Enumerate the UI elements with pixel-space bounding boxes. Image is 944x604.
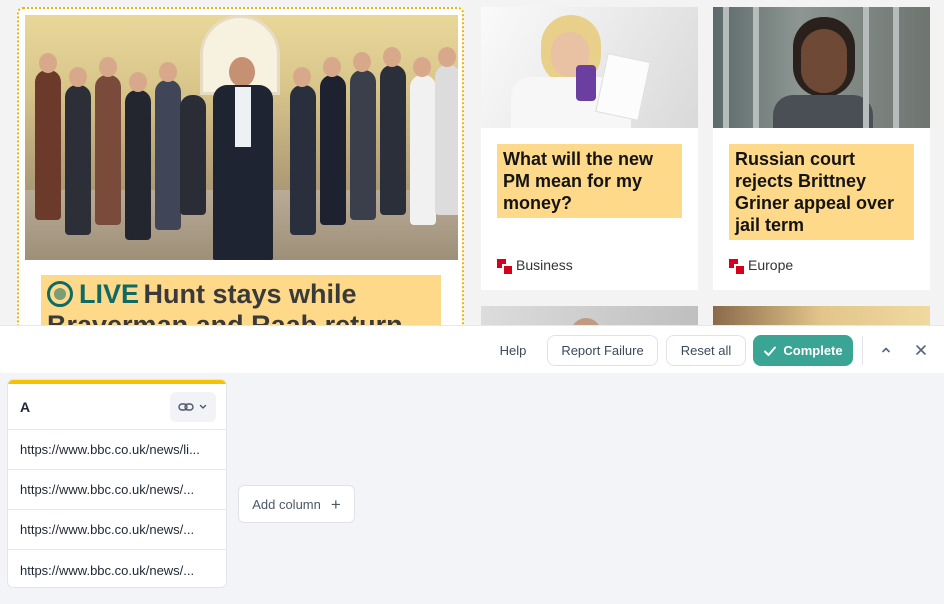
help-button[interactable]: Help [493, 335, 533, 366]
lead-story-image [25, 15, 458, 260]
lead-story-card[interactable]: LIVE Hunt stays while Braverman and Raab… [17, 7, 464, 325]
checkmark-icon [764, 346, 777, 356]
bbc-section-icon [497, 258, 514, 276]
story-tag-label: Europe [748, 257, 794, 273]
story-image-business [481, 7, 698, 128]
column-link-menu[interactable] [170, 391, 216, 422]
bbc-news-page: LIVE Hunt stays while Braverman and Raab… [0, 0, 944, 325]
story-tag-business[interactable]: Business [497, 257, 573, 276]
toolbar-divider [862, 336, 863, 365]
column-name: A [20, 398, 31, 415]
column-cell[interactable]: https://www.bbc.co.uk/news/... [8, 510, 226, 550]
task-toolbar: Help Report Failure Reset all Complete [0, 325, 944, 373]
story-headline-business[interactable]: What will the new PM mean for my money? [497, 144, 682, 218]
story-headline-europe[interactable]: Russian court rejects Brittney Griner ap… [729, 144, 914, 240]
bbc-section-icon [729, 258, 746, 276]
spreadsheet-workspace: A https://www.bbc.co.uk/news/li... https… [0, 373, 944, 604]
live-indicator-icon [47, 281, 73, 307]
plus-icon: + [330, 494, 341, 514]
column-a: A https://www.bbc.co.uk/news/li... https… [7, 379, 227, 588]
chevron-up-icon[interactable] [875, 339, 897, 361]
story-card-partial[interactable] [713, 306, 930, 325]
live-label: LIVE [79, 279, 140, 309]
link-icon [178, 402, 194, 411]
cell-value: https://www.bbc.co.uk/news/... [20, 482, 195, 497]
story-card-partial[interactable] [481, 306, 698, 325]
column-header[interactable]: A [8, 384, 226, 430]
complete-label: Complete [783, 343, 843, 358]
cell-value: https://www.bbc.co.uk/news/... [20, 522, 195, 537]
add-column-button[interactable]: Add column + [238, 485, 355, 523]
column-cell[interactable]: https://www.bbc.co.uk/news/li... [8, 430, 226, 470]
column-cell[interactable]: https://www.bbc.co.uk/news/... [8, 470, 226, 510]
chevron-down-icon [199, 404, 207, 409]
cell-value: https://www.bbc.co.uk/news/li... [20, 442, 200, 457]
story-image-europe [713, 7, 930, 128]
add-column-label: Add column [252, 496, 321, 512]
reset-all-button[interactable]: Reset all [666, 335, 746, 366]
story-tag-label: Business [516, 257, 573, 273]
close-icon[interactable] [910, 339, 932, 361]
story-card-business[interactable]: What will the new PM mean for my money? … [481, 7, 698, 290]
complete-button[interactable]: Complete [753, 335, 853, 366]
lead-story-headline[interactable]: LIVE Hunt stays while Braverman and Raab… [41, 275, 441, 325]
report-failure-button[interactable]: Report Failure [547, 335, 658, 366]
column-cell[interactable]: https://www.bbc.co.uk/news/... [8, 550, 226, 587]
story-tag-europe[interactable]: Europe [729, 257, 794, 276]
cell-value: https://www.bbc.co.uk/news/... [20, 562, 195, 578]
story-card-europe[interactable]: Russian court rejects Brittney Griner ap… [713, 7, 930, 290]
